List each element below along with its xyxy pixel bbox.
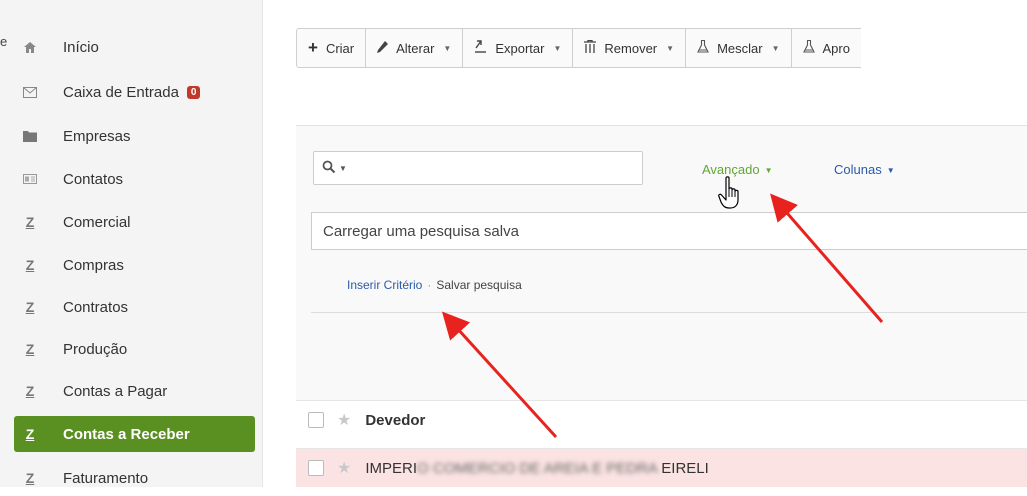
saved-search-placeholder: Carregar uma pesquisa salva [323,222,519,240]
z-icon: Z [25,214,35,230]
row-checkbox[interactable] [308,460,324,476]
sidebar-item-label: Produção [63,340,128,358]
plus-icon: + [308,38,318,57]
alterar-button[interactable]: Alterar ▼ [365,28,464,68]
trash-icon [584,39,597,56]
sidebar-item-contas-a-receber[interactable]: Z Contas a Receber [14,416,255,452]
sidebar-item-label: Caixa de Entrada [63,83,179,101]
mesclar-button[interactable]: Mesclar ▼ [685,28,792,68]
folder-icon [21,130,39,142]
sidebar-item-label: Contatos [63,170,124,188]
z-icon: Z [25,299,35,315]
sidebar-item-compras[interactable]: Z Compras [14,247,255,283]
sidebar: e Início Caixa de Entrada 0 Empresas Con… [0,0,263,487]
exportar-button[interactable]: Exportar ▼ [462,28,574,68]
aprovar-button[interactable]: Apro [790,28,861,68]
home-icon [21,41,39,54]
z-icon: Z [25,257,35,273]
sidebar-item-contas-a-pagar[interactable]: Z Contas a Pagar [14,373,255,409]
criar-label: Criar [325,40,355,56]
sidebar-item-label: Contas a Receber [63,425,190,443]
sidebar-item-empresas[interactable]: Empresas [14,118,255,154]
saved-search-select[interactable]: Carregar uma pesquisa salva [311,212,1027,250]
sidebar-item-label: Comercial [63,213,131,231]
contact-card-icon [21,174,39,184]
devedor-name-prefix: IMPERI [365,459,418,477]
devedor-name-redacted: O COMERCIO DE AREIA E PEDRA [417,459,662,477]
sidebar-item-producao[interactable]: Z Produção [14,331,255,367]
chevron-down-icon: ▼ [886,166,895,175]
sidebar-item-caixa-de-entrada[interactable]: Caixa de Entrada 0 [14,74,255,110]
chevron-down-icon: ▼ [771,43,780,53]
chevron-down-icon: ▼ [553,43,562,53]
export-icon [474,40,487,56]
table-header-row: ★ Devedor [296,400,1027,439]
search-input[interactable]: ▼ [313,151,643,185]
clipped-text: e [0,34,8,49]
insert-criteria-link[interactable]: Inserir Critério [347,278,422,292]
hand-cursor-icon [718,176,742,215]
save-search-link[interactable]: Salvar pesquisa [436,278,521,292]
column-header-devedor[interactable]: Devedor [365,412,425,429]
aprovar-label: Apro [822,40,850,56]
pencil-icon [377,40,389,56]
chevron-down-icon: ▼ [764,166,773,175]
advanced-search-link[interactable]: Avançado ▼ [702,162,773,177]
toolbar: + Criar Alterar ▼ Exportar ▼ Remover ▼ M… [296,28,861,68]
sidebar-item-label: Faturamento [63,469,149,487]
columns-label: Colunas [834,162,882,177]
star-icon[interactable]: ★ [337,410,351,430]
advanced-label: Avançado [702,162,760,177]
flask-icon [697,39,709,56]
sidebar-item-contatos[interactable]: Contatos [14,161,255,197]
sidebar-item-label: Contratos [63,298,129,316]
star-icon[interactable]: ★ [337,458,351,478]
sidebar-item-comercial[interactable]: Z Comercial [14,204,255,240]
devedor-cell: IMPERIO COMERCIO DE AREIA E PEDRA EIRELI [365,460,708,477]
divider [311,312,1027,313]
alterar-label: Alterar [396,40,435,56]
chevron-down-icon: ▼ [666,43,675,53]
sidebar-item-label: Empresas [63,127,131,145]
search-icon [322,160,336,177]
columns-link[interactable]: Colunas ▼ [834,162,895,177]
sidebar-item-contratos[interactable]: Z Contratos [14,289,255,325]
sidebar-item-label: Início [63,38,99,56]
exportar-label: Exportar [495,40,545,56]
chevron-down-icon: ▼ [339,163,347,173]
separator: · [427,278,432,292]
mesclar-label: Mesclar [717,40,763,56]
z-icon: Z [25,426,35,442]
criar-button[interactable]: + Criar [296,28,367,68]
sidebar-item-faturamento[interactable]: Z Faturamento [14,460,255,496]
unread-count-badge: 0 [186,85,201,99]
table-row[interactable]: ★ IMPERIO COMERCIO DE AREIA E PEDRA EIRE… [296,448,1027,487]
chevron-down-icon: ▼ [443,43,452,53]
select-all-checkbox[interactable] [308,412,324,428]
remover-button[interactable]: Remover ▼ [572,28,687,68]
z-icon: Z [25,470,35,486]
flask-icon [802,39,815,56]
z-icon: Z [25,341,35,357]
z-icon: Z [25,383,35,399]
devedor-name-suffix: EIRELI [661,459,709,477]
sidebar-item-label: Contas a Pagar [63,382,168,400]
sidebar-item-inicio[interactable]: Início [14,29,255,65]
envelope-icon [21,86,39,98]
criteria-links: Inserir Critério · Salvar pesquisa [347,278,522,292]
sidebar-item-label: Compras [63,256,124,274]
remover-label: Remover [604,40,658,56]
